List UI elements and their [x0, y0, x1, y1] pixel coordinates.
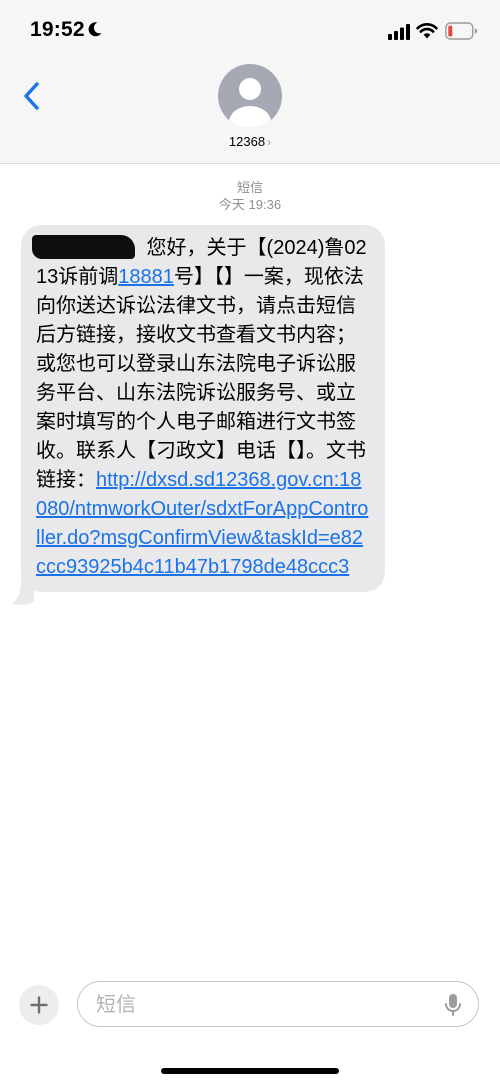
- wifi-icon: [416, 23, 438, 39]
- cellular-signal-icon: [388, 24, 410, 40]
- incoming-message-bubble[interactable]: 您好，关于【(2024)鲁0213诉前调18881号】【】一案，现依法向你送达诉…: [21, 225, 385, 592]
- add-attachment-button[interactable]: [19, 985, 59, 1025]
- case-number-link[interactable]: 18881: [118, 266, 174, 288]
- plus-icon: [30, 996, 48, 1014]
- status-time: 19:52: [30, 18, 85, 41]
- home-indicator: [161, 1068, 339, 1074]
- chevron-right-icon: ›: [267, 135, 272, 149]
- redacted-name: [32, 235, 135, 259]
- message-text-body: 号】【】一案，现依法向你送达诉讼法律文书，请点击短信后方链接，接收文书查看文书内…: [36, 266, 366, 491]
- microphone-icon[interactable]: [444, 993, 462, 1017]
- moon-icon: [88, 22, 102, 37]
- message-timestamp: 今天 19:36: [218, 197, 282, 212]
- message-input[interactable]: [94, 982, 428, 1028]
- service-label: 短信: [236, 180, 263, 195]
- chevron-left-icon: [24, 82, 39, 110]
- message-input-container[interactable]: [77, 981, 479, 1028]
- person-icon: [229, 78, 271, 128]
- contact-avatar[interactable]: [218, 64, 282, 128]
- back-button[interactable]: [14, 76, 50, 116]
- battery-low-icon: [445, 22, 477, 40]
- contact-name-button[interactable]: 12368 ›: [0, 134, 500, 149]
- contact-name: 12368: [228, 134, 266, 149]
- status-bar: 19:52: [0, 0, 500, 62]
